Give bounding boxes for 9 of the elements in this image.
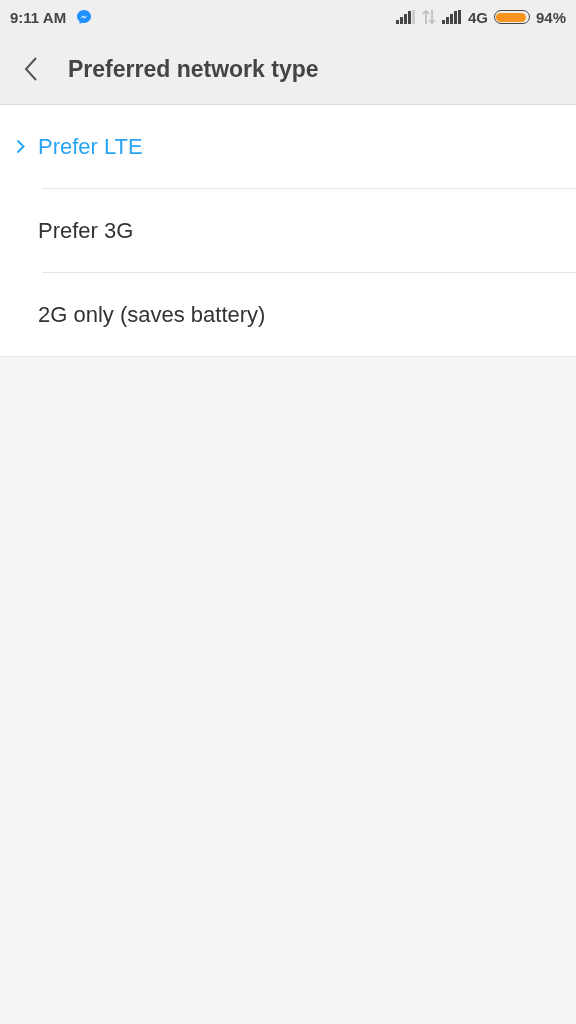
data-arrows-icon — [421, 9, 436, 25]
signal-icon — [441, 10, 462, 24]
battery-percent: 94% — [535, 8, 566, 26]
page-title: Preferred network type — [68, 55, 319, 83]
messenger-icon — [76, 9, 93, 25]
chevron-icon — [16, 139, 25, 154]
clock: 9:11 AM — [10, 8, 67, 26]
network-type: 4G — [467, 8, 488, 26]
signal-icon — [395, 10, 416, 24]
